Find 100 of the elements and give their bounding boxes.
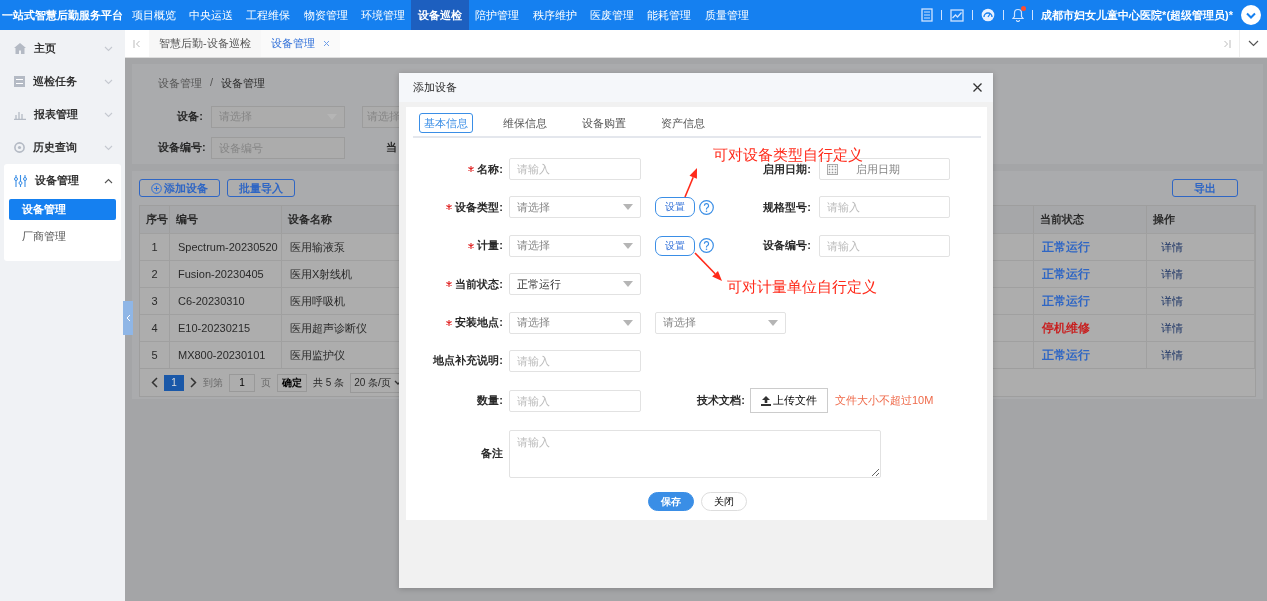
file-size-note: 文件大小不超过10M bbox=[835, 393, 934, 409]
caret-icon bbox=[768, 319, 778, 326]
confirm-button[interactable]: 确定 bbox=[277, 373, 307, 392]
nav-tab[interactable]: 项目概览 bbox=[125, 0, 183, 30]
chevron-up-icon bbox=[104, 177, 113, 184]
details-link[interactable]: 详情 bbox=[1161, 320, 1183, 336]
form-tab[interactable]: 资产信息 bbox=[656, 113, 710, 133]
remarks-textarea[interactable]: 请输入 bbox=[509, 429, 881, 478]
nav-tab[interactable]: 秩序维护 bbox=[526, 0, 584, 30]
close-button[interactable]: 关闭 bbox=[700, 492, 747, 512]
breadcrumb-separator: / bbox=[210, 76, 214, 90]
select-field[interactable]: 请选择 bbox=[655, 311, 786, 334]
select-field[interactable]: 正常运行 bbox=[509, 273, 641, 296]
chevron-down-icon bbox=[104, 78, 113, 85]
details-link[interactable]: 详情 bbox=[1161, 239, 1183, 255]
upload-icon bbox=[761, 395, 771, 406]
setting-button[interactable]: 设置 bbox=[655, 235, 695, 256]
upload-button[interactable]: 上传文件 bbox=[750, 388, 828, 414]
help-icon[interactable] bbox=[699, 238, 714, 254]
select-field[interactable]: 请选择 bbox=[509, 234, 641, 257]
details-link[interactable]: 详情 bbox=[1161, 266, 1183, 282]
select-field[interactable]: 请选择 bbox=[509, 196, 641, 219]
chevron-down-icon bbox=[104, 144, 113, 151]
table-cell: 3 bbox=[140, 287, 170, 314]
nav-tab[interactable]: 中央运送 bbox=[182, 0, 240, 30]
annotation-arrow bbox=[684, 168, 697, 198]
gauge-icon[interactable] bbox=[981, 8, 996, 22]
nav-tab[interactable]: 陪护管理 bbox=[468, 0, 527, 30]
sidebar-item[interactable]: 报表管理 bbox=[0, 98, 125, 131]
field-label: 安装地点: bbox=[455, 315, 503, 331]
nav-tab[interactable]: 设备巡检 bbox=[411, 0, 469, 30]
chart-icon[interactable] bbox=[950, 8, 965, 22]
form-tab[interactable]: 维保信息 bbox=[498, 113, 552, 133]
nav-tab[interactable]: 环境管理 bbox=[354, 0, 412, 30]
clock-icon bbox=[14, 142, 25, 153]
chevron-left-icon bbox=[125, 314, 131, 322]
document-icon[interactable] bbox=[921, 8, 934, 22]
table-cell: 1 bbox=[140, 233, 170, 260]
page-number[interactable]: 1 bbox=[164, 374, 184, 391]
caret-icon bbox=[623, 281, 633, 288]
sidebar-item[interactable]: 历史查询 bbox=[0, 131, 125, 164]
table-cell: E10-20230215 bbox=[170, 314, 282, 341]
close-icon[interactable] bbox=[973, 83, 982, 92]
caret-icon bbox=[623, 319, 633, 326]
table-cell: Fusion-20230405 bbox=[170, 260, 282, 287]
setting-button[interactable]: 设置 bbox=[655, 197, 695, 218]
filter-label: 设备: bbox=[176, 109, 203, 124]
sidebar-item[interactable]: 主页 bbox=[0, 32, 125, 65]
status-text: 正常运行 bbox=[1042, 293, 1090, 309]
filter-label: 当 bbox=[386, 140, 397, 155]
caret-icon bbox=[623, 242, 633, 249]
form-tab[interactable]: 基本信息 bbox=[419, 113, 473, 133]
nav-tab[interactable]: 工程维保 bbox=[239, 0, 297, 30]
table-cell: Spectrum-20230520 bbox=[170, 233, 282, 260]
help-icon[interactable] bbox=[699, 199, 714, 215]
nav-tab[interactable]: 质量管理 bbox=[697, 0, 756, 30]
breadcrumb-item[interactable]: 设备管理 bbox=[221, 76, 266, 91]
column-header: 操作 bbox=[1147, 206, 1255, 233]
field-label: 启用日期: bbox=[763, 161, 811, 177]
bar-chart-icon bbox=[14, 109, 26, 120]
caret-icon bbox=[623, 204, 633, 211]
collapse-handle[interactable] bbox=[123, 301, 133, 335]
nav-tab[interactable]: 医废管理 bbox=[583, 0, 641, 30]
page-tab[interactable]: 设备管理 bbox=[260, 30, 340, 57]
form-tab[interactable]: 设备购置 bbox=[577, 113, 631, 133]
calendar-icon bbox=[827, 163, 838, 175]
table-cell: C6-20230310 bbox=[170, 287, 282, 314]
details-link[interactable]: 详情 bbox=[1161, 347, 1183, 363]
bell-icon[interactable] bbox=[1012, 8, 1025, 22]
next-page-icon[interactable] bbox=[190, 377, 197, 388]
nav-tab[interactable]: 能耗管理 bbox=[640, 0, 698, 30]
page-input[interactable]: 1 bbox=[229, 373, 255, 392]
field-label: 设备编号: bbox=[763, 238, 811, 254]
user-name: 成都市妇女儿童中心医院*(超级管理员)* bbox=[1041, 7, 1233, 23]
sidebar-item[interactable]: 设备管理 bbox=[4, 164, 121, 197]
table-cell: 4 bbox=[140, 314, 170, 341]
table-cell: 2 bbox=[140, 260, 170, 287]
submenu-item[interactable]: 厂商管理 bbox=[9, 226, 116, 247]
field-label: 数量: bbox=[477, 393, 503, 409]
breadcrumb-item[interactable]: 设备管理 bbox=[158, 76, 202, 91]
platform-title: 一站式智慧后勤服务平台 bbox=[1, 7, 124, 23]
status-text: 正常运行 bbox=[1042, 347, 1090, 363]
details-link[interactable]: 详情 bbox=[1161, 293, 1183, 309]
column-header: 序号 bbox=[140, 206, 170, 233]
plus-circle-icon bbox=[151, 182, 162, 194]
submenu-item[interactable]: 设备管理 bbox=[9, 199, 116, 220]
status-text: 正常运行 bbox=[1042, 239, 1090, 255]
select-field[interactable]: 请选择 bbox=[509, 311, 641, 334]
nav-tab[interactable]: 物资管理 bbox=[296, 0, 355, 30]
previous-page-icon[interactable] bbox=[151, 377, 158, 388]
field-label: 备注 bbox=[481, 446, 503, 462]
list-icon bbox=[14, 76, 25, 87]
status-text: 正常运行 bbox=[1042, 266, 1090, 282]
sidebar-item[interactable]: 巡检任务 bbox=[0, 65, 125, 98]
save-button[interactable]: 保存 bbox=[647, 492, 694, 512]
page-tab[interactable]: 智慧后勤-设备巡检 bbox=[149, 30, 261, 57]
chevron-down-icon[interactable] bbox=[1248, 40, 1259, 47]
chevron-down-icon bbox=[104, 111, 113, 118]
column-header: 编号 bbox=[170, 206, 282, 233]
user-menu-button[interactable] bbox=[1241, 5, 1261, 25]
